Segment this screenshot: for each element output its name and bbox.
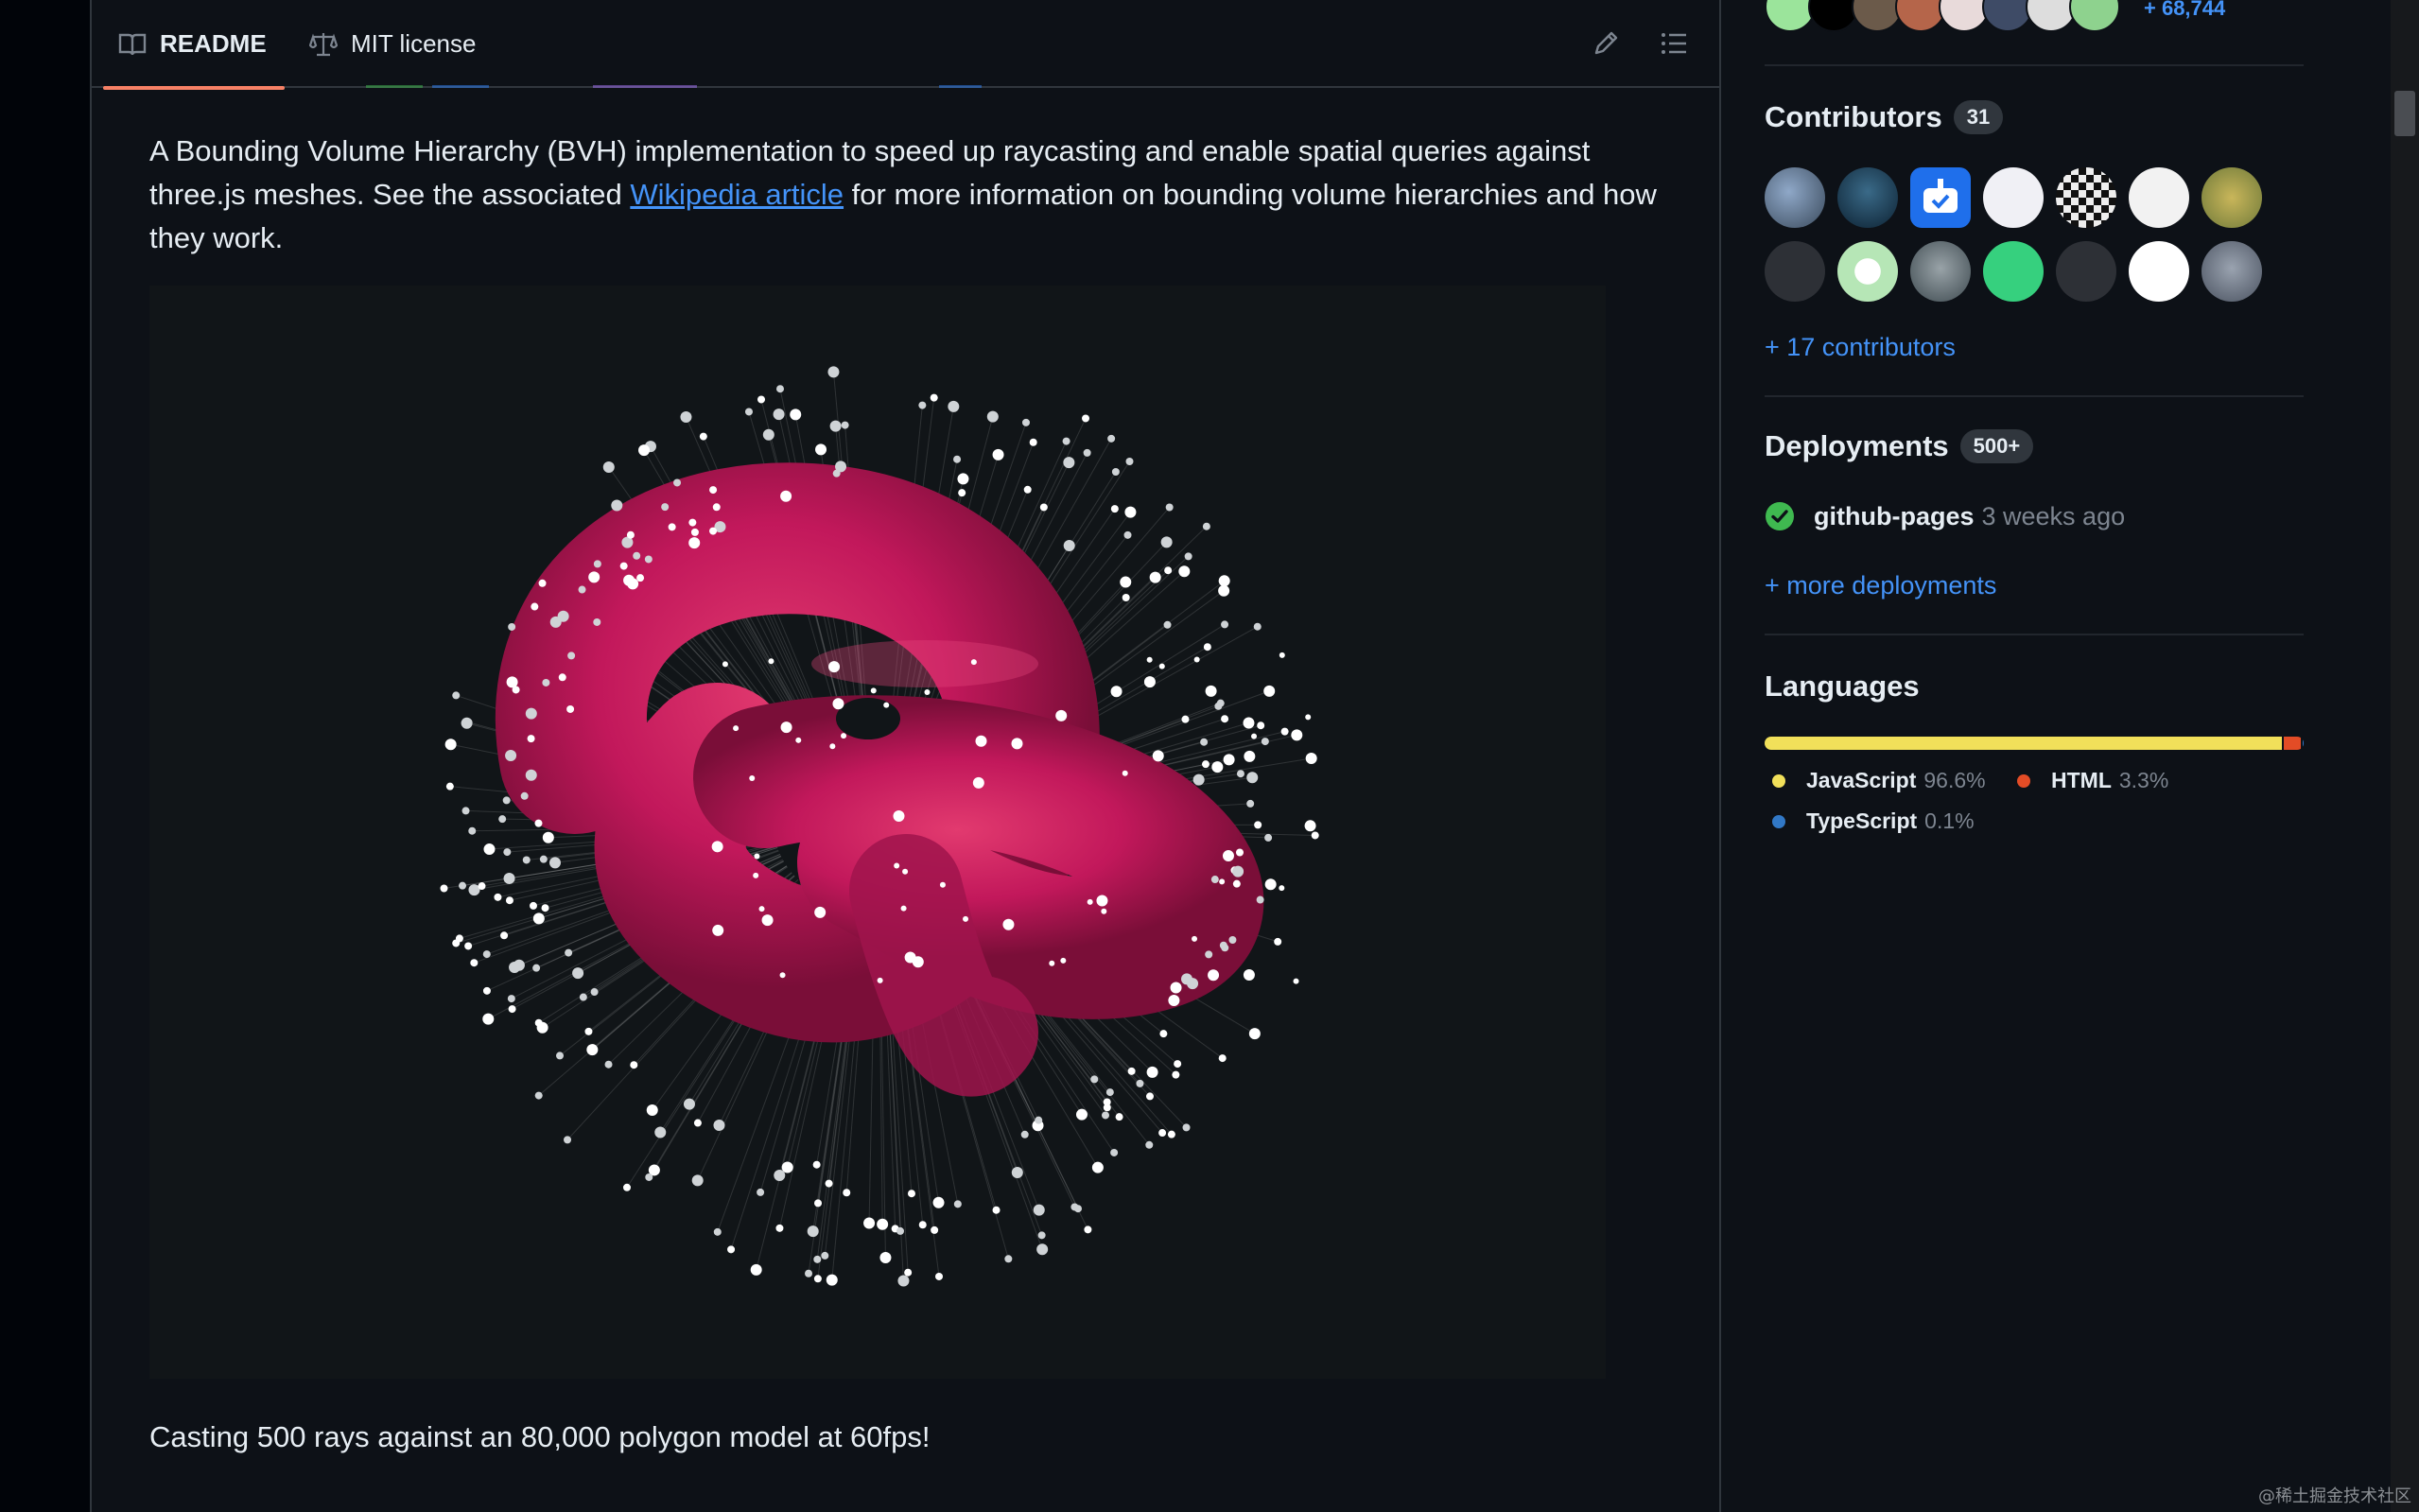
language-percent: 3.3%: [2118, 768, 2169, 792]
deployments-count-badge: 500+: [1959, 429, 2034, 463]
contributor-avatar[interactable]: [1983, 241, 2044, 302]
languages-title: Languages: [1765, 669, 1920, 703]
contributor-avatar[interactable]: [1983, 167, 2044, 228]
language-percent: 96.6%: [1923, 768, 1986, 792]
contributor-avatar[interactable]: [1910, 241, 1971, 302]
contributor-avatar[interactable]: [2201, 241, 2262, 302]
tab-readme-label: README: [160, 29, 267, 58]
wikipedia-link[interactable]: Wikipedia article: [630, 178, 844, 211]
tab-bar-accent: [593, 85, 697, 88]
language-color-dot: [1772, 814, 1785, 828]
raycast-demo-image: [440, 366, 1319, 1287]
language-name: TypeScript: [1806, 808, 1918, 833]
contributor-avatar[interactable]: [1765, 167, 1825, 228]
language-bar-segment: [2283, 737, 2302, 750]
stargazers-more-link[interactable]: + 68,744: [2144, 0, 2225, 21]
bot-icon: [1923, 179, 1958, 213]
divider: [1765, 634, 2304, 635]
contributor-avatar[interactable]: [2056, 167, 2116, 228]
language-bar-segment: [1765, 737, 2282, 750]
language-typescript[interactable]: TypeScript 0.1%: [1772, 808, 1975, 834]
stargazer-avatars: [1765, 0, 2120, 32]
contributor-avatar[interactable]: [1765, 241, 1825, 302]
contributor-avatar[interactable]: [2201, 167, 2262, 228]
contributors-heading[interactable]: Contributors 31: [1765, 100, 2004, 134]
tab-license[interactable]: MIT license: [309, 0, 476, 88]
language-html[interactable]: HTML 3.3%: [2017, 768, 2168, 793]
scrollbar-thumb[interactable]: [2394, 91, 2415, 136]
check-circle-icon: [1766, 502, 1794, 530]
book-icon: [118, 33, 147, 55]
contributor-avatar[interactable]: [2129, 167, 2189, 228]
contributor-avatar[interactable]: [2129, 241, 2189, 302]
avatar[interactable]: [2069, 0, 2120, 32]
more-deployments-link[interactable]: + more deployments: [1765, 571, 1996, 600]
language-bar-segment: [2303, 737, 2304, 750]
tab-readme[interactable]: README: [103, 0, 285, 90]
contributor-avatar[interactable]: [1837, 241, 1898, 302]
tab-license-label: MIT license: [351, 29, 477, 58]
contributor-avatar[interactable]: [1837, 167, 1898, 228]
contributor-avatar[interactable]: [1910, 167, 1971, 228]
page-left-gutter: [0, 0, 92, 1512]
readme-container: README MIT license A Bounding Volume Hie…: [92, 0, 1721, 1512]
more-contributors-link[interactable]: + 17 contributors: [1765, 333, 1956, 362]
language-color-dot: [2017, 773, 2030, 788]
deployment-name[interactable]: github-pages: [1814, 502, 1975, 531]
figure-caption: Casting 500 rays against an 80,000 polyg…: [149, 1420, 931, 1453]
tab-bar-accent: [432, 85, 489, 88]
language-percent: 0.1%: [1924, 808, 1975, 833]
list-unordered-icon[interactable]: [1659, 28, 1689, 59]
contributors-title: Contributors: [1765, 100, 1942, 133]
contributor-avatar[interactable]: [2056, 241, 2116, 302]
language-name: JavaScript: [1806, 768, 1917, 792]
language-color-dot: [1772, 773, 1785, 788]
divider: [1765, 64, 2304, 66]
divider: [1765, 395, 2304, 397]
language-javascript[interactable]: JavaScript 96.6%: [1772, 768, 1986, 793]
deployment-github-pages[interactable]: github-pages 3 weeks ago: [1765, 501, 2125, 531]
readme-intro: A Bounding Volume Hierarchy (BVH) implem…: [149, 130, 1681, 260]
law-scale-icon: [309, 32, 338, 56]
contributors-count-badge: 31: [1953, 100, 2004, 134]
deployment-time: 3 weeks ago: [1981, 501, 2126, 530]
tab-bar-accent: [939, 85, 982, 88]
languages-heading: Languages: [1765, 669, 1920, 704]
language-name: HTML: [2051, 768, 2112, 792]
deployments-title: Deployments: [1765, 429, 1949, 462]
pencil-icon[interactable]: [1591, 28, 1621, 59]
demo-figure: [149, 286, 1606, 1379]
page-scrollbar[interactable]: [2391, 0, 2419, 1512]
readme-tabs: README MIT license: [92, 0, 1721, 90]
deployments-heading[interactable]: Deployments 500+: [1765, 429, 2034, 463]
tab-bar-accent: [366, 85, 423, 88]
watermark: @稀土掘金技术社区: [2258, 1486, 2411, 1506]
languages-bar: [1765, 737, 2304, 750]
